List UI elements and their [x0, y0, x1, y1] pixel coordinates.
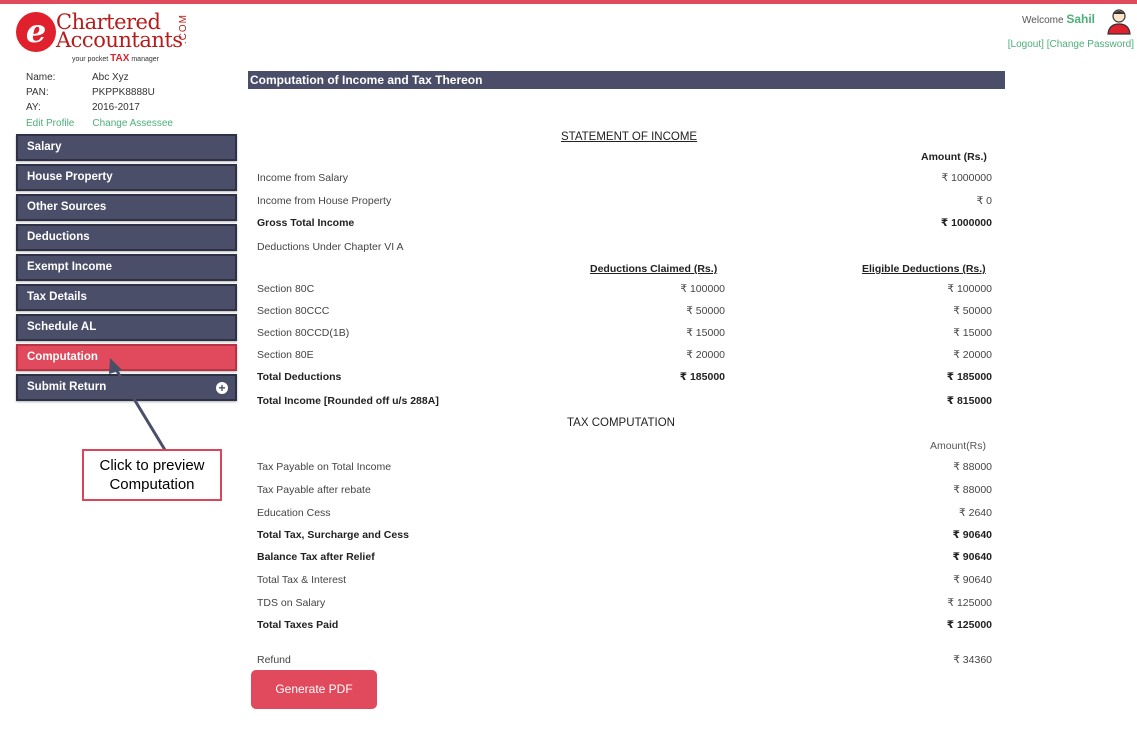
income-from-house-row: Income from House Property ₹ 0: [257, 195, 992, 207]
name-label: Name:: [26, 72, 56, 83]
logo-text-line2: Accountants: [56, 28, 183, 52]
assessee-info: Name: Abc Xyz PAN: PKPPK8888U AY: 2016-2017: [26, 72, 155, 117]
page-title: Computation of Income and Tax Thereon: [248, 71, 1005, 89]
tax-row: TDS on Salary ₹ 125000: [257, 597, 992, 609]
deductions-heading: Deductions Under Chapter VI A: [257, 241, 404, 253]
welcome-text: Welcome Sahil: [1022, 12, 1095, 26]
generate-pdf-button[interactable]: Generate PDF: [251, 670, 377, 709]
income-from-salary-row: Income from Salary ₹ 1000000: [257, 172, 992, 184]
sidebar-item-salary[interactable]: Salary: [16, 134, 237, 161]
edit-profile-link[interactable]: Edit Profile: [26, 118, 74, 129]
assessee-pan: PKPPK8888U: [92, 87, 155, 98]
change-password-link[interactable]: [Change Password]: [1047, 39, 1134, 50]
sidebar-item-schedule-al[interactable]: Schedule AL: [16, 314, 237, 341]
tax-row: Total Tax & Interest ₹ 90640: [257, 574, 992, 586]
callout-text-line1: Click to preview: [99, 457, 205, 474]
gross-total-income-row: Gross Total Income ₹ 1000000: [257, 217, 992, 229]
tax-row: Tax Payable after rebate ₹ 88000: [257, 484, 992, 496]
account-links: [Logout] [Change Password]: [1008, 39, 1134, 50]
eligible-deductions-header: Eligible Deductions (Rs.): [862, 263, 986, 275]
logout-link[interactable]: [Logout]: [1008, 39, 1044, 50]
sidebar-item-deductions[interactable]: Deductions: [16, 224, 237, 251]
assessee-links: Edit Profile Change Assessee: [26, 118, 191, 129]
callout-text-line2: Computation: [109, 476, 195, 493]
logo-com: .COM: [178, 14, 189, 45]
username: Sahil: [1066, 12, 1095, 26]
section-row: Section 80CCD(1B) ₹ 15000 ₹ 15000: [257, 327, 992, 339]
sidebar-item-tax-details[interactable]: Tax Details: [16, 284, 237, 311]
ay-label: AY:: [26, 102, 41, 113]
expand-plus-icon[interactable]: +: [216, 382, 228, 394]
logo-e-mark: e: [16, 12, 56, 52]
tax-computation-title: TAX COMPUTATION: [567, 417, 675, 429]
amount-column-header: Amount (Rs.): [921, 151, 987, 163]
section-row: Section 80C ₹ 100000 ₹ 100000: [257, 283, 992, 295]
callout-box: Click to preview Computation: [82, 449, 222, 501]
tax-row: Total Taxes Paid ₹ 125000: [257, 619, 992, 631]
deductions-claimed-header: Deductions Claimed (Rs.): [590, 263, 718, 275]
callout-arrow: [109, 358, 167, 451]
change-assessee-link[interactable]: Change Assessee: [92, 118, 173, 129]
sidebar-item-exempt-income[interactable]: Exempt Income: [16, 254, 237, 281]
user-avatar-icon: [1107, 9, 1131, 35]
tax-amount-column-header: Amount(Rs): [930, 440, 987, 452]
total-deductions-row: Total Deductions ₹ 185000 ₹ 185000: [257, 371, 992, 383]
total-income-row: Total Income [Rounded off u/s 288A] ₹ 815…: [257, 395, 992, 407]
logo[interactable]: e Chartered Accountants .COM your pocket…: [16, 10, 196, 66]
section-row: Section 80CCC ₹ 50000 ₹ 50000: [257, 305, 992, 317]
tax-row: Education Cess ₹ 2640: [257, 507, 992, 519]
sidebar-item-house-property[interactable]: House Property: [16, 164, 237, 191]
sidebar-item-other-sources[interactable]: Other Sources: [16, 194, 237, 221]
pan-label: PAN:: [26, 87, 49, 98]
tax-row: Balance Tax after Relief ₹ 90640: [257, 551, 992, 563]
sidebar-item-label: Submit Return: [27, 381, 107, 393]
assessee-ay: 2016-2017: [92, 102, 140, 113]
section-row: Section 80E ₹ 20000 ₹ 20000: [257, 349, 992, 361]
top-accent-bar: [0, 0, 1137, 4]
tax-row: Total Tax, Surcharge and Cess ₹ 90640: [257, 529, 992, 541]
statement-title: STATEMENT OF INCOME: [561, 131, 698, 143]
assessee-name: Abc Xyz: [92, 72, 129, 83]
tax-row: Tax Payable on Total Income ₹ 88000: [257, 461, 992, 473]
logo-tagline: your pocket TAX manager: [72, 53, 159, 64]
